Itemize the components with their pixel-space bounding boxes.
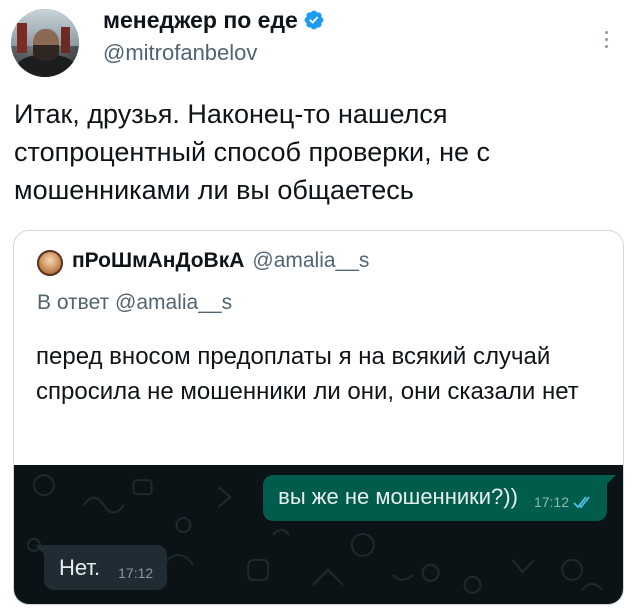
author-handle[interactable]: @mitrofanbelov [103, 40, 257, 66]
quoted-tweet-card[interactable]: пРоШмАнДоВкА @amalia__s В ответ @amalia_… [13, 230, 624, 605]
author-name[interactable]: менеджер по еде [103, 7, 298, 34]
author-avatar[interactable] [11, 9, 79, 77]
reply-prefix: В ответ [37, 291, 110, 314]
reply-handle-link[interactable]: @amalia__s [115, 291, 232, 314]
chat-screenshot: вы же не мошенники?)) 17:12 Нет. 17:12 [14, 465, 623, 604]
tweet-text: Итак, друзья. Наконец-то нашелся стопроц… [14, 99, 491, 205]
outgoing-message-meta: 17:12 [534, 494, 595, 511]
quoted-tweet-text: перед вносом предоплаты я на всякий случ… [36, 343, 579, 405]
double-check-icon [573, 496, 590, 509]
verified-badge-icon [304, 10, 324, 30]
outgoing-message-bubble[interactable]: вы же не мошенники?)) 17:12 [263, 475, 616, 521]
reply-context: В ответ @amalia__s [37, 291, 232, 315]
incoming-message-text: Нет. [59, 555, 101, 580]
outgoing-message-text: вы же не мошенники?)) [278, 484, 518, 509]
outgoing-message-time: 17:12 [533, 494, 569, 510]
quoted-author-avatar[interactable] [37, 250, 63, 276]
quoted-author-handle[interactable]: @amalia__s [252, 249, 369, 273]
quoted-author-name[interactable]: пРоШмАнДоВкА [72, 249, 244, 273]
incoming-message-time: 17:12 [118, 565, 154, 581]
more-options-icon[interactable] [596, 24, 616, 54]
incoming-message-bubble[interactable]: Нет. 17:12 [34, 545, 168, 590]
author-name-row: менеджер по еде [103, 5, 325, 35]
quoted-author-row: пРоШмАнДоВкА @amalia__s [72, 249, 369, 273]
